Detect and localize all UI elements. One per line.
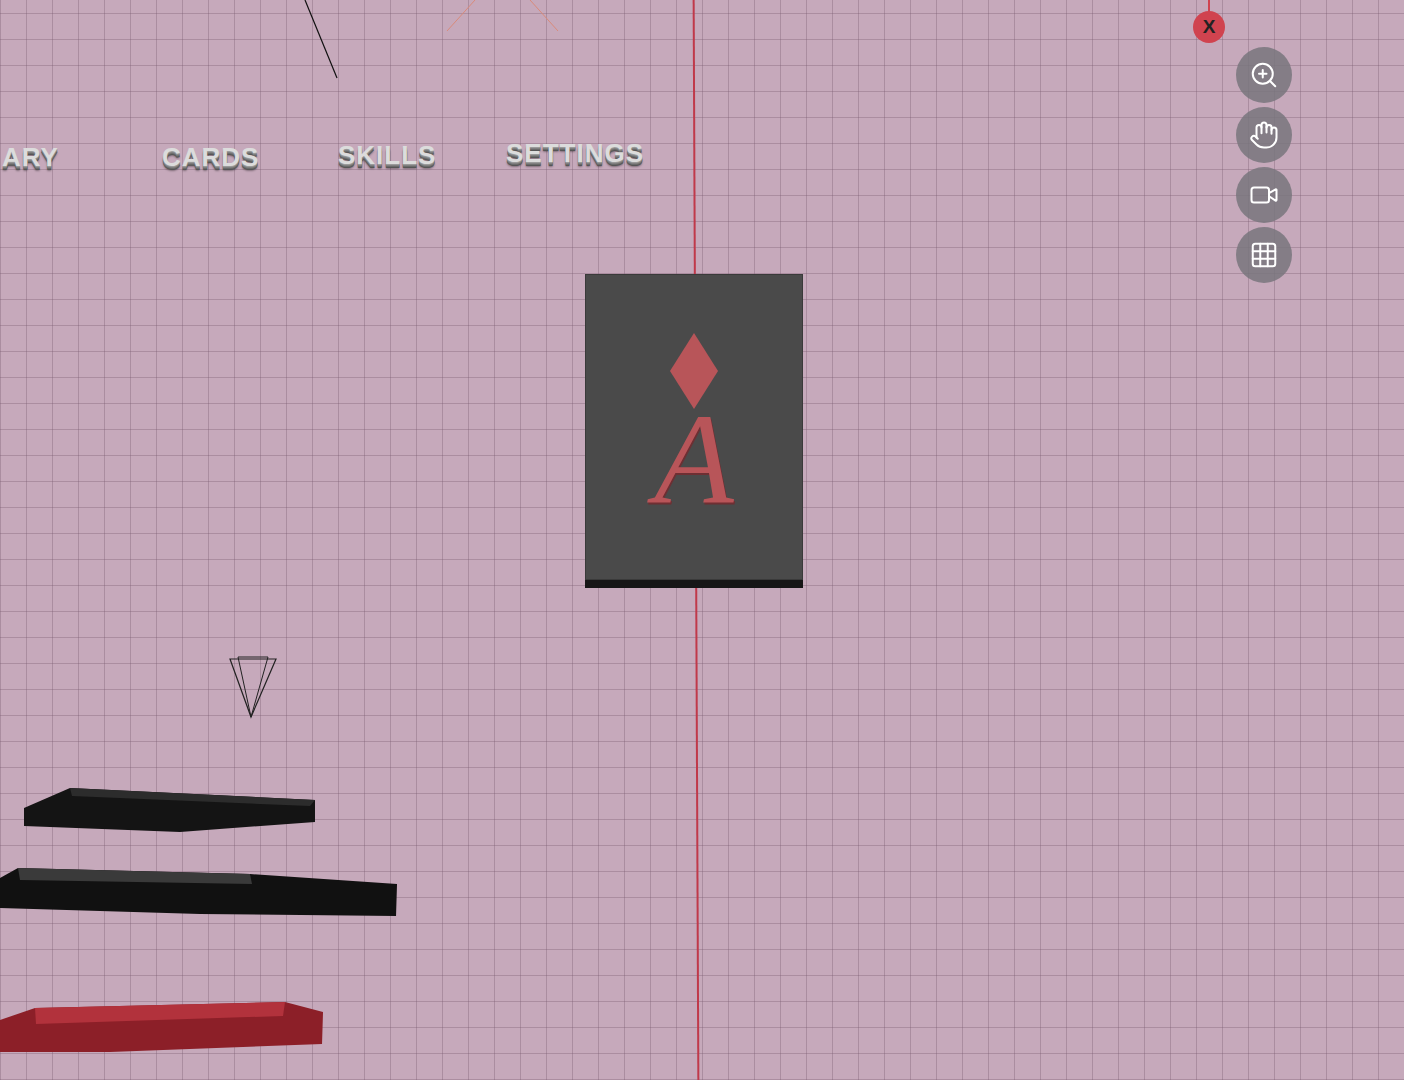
guide-lines-icon [300, 0, 570, 80]
zoom-in-icon [1249, 60, 1279, 90]
card-model[interactable]: A [585, 274, 803, 580]
scene-viewport[interactable]: ARY CARDS SKILLS SETTINGS A X [0, 0, 1404, 1080]
pan-button[interactable] [1236, 107, 1292, 163]
card-letter: A [654, 391, 733, 528]
menu-label-3d[interactable]: SKILLS [338, 140, 436, 171]
menu-label-3d[interactable]: SETTINGS [506, 138, 644, 169]
menu-label-3d[interactable]: CARDS [162, 142, 259, 173]
camera-frustum-icon[interactable] [228, 655, 280, 719]
model-pieces-icon[interactable] [0, 780, 400, 1080]
view-toolbar [1236, 47, 1292, 283]
camera-button[interactable] [1236, 167, 1292, 223]
hand-icon [1249, 120, 1279, 150]
axis-gizmo-badge[interactable]: X [1193, 11, 1225, 43]
grid-button[interactable] [1236, 227, 1292, 283]
menu-label-3d[interactable]: ARY [2, 142, 59, 173]
video-camera-icon [1249, 180, 1279, 210]
zoom-button[interactable] [1236, 47, 1292, 103]
grid-icon [1249, 240, 1279, 270]
